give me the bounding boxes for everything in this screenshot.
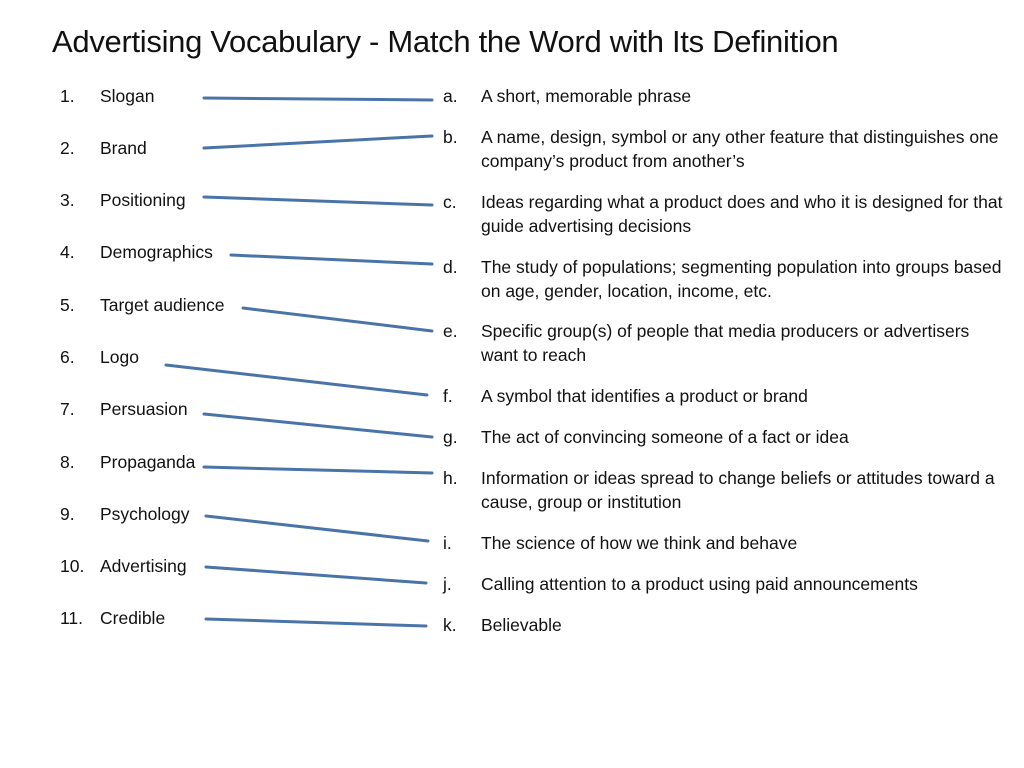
match-line-7-g (202, 412, 434, 439)
match-line-2-b (202, 134, 434, 150)
matching-lines (164, 96, 434, 628)
match-line-9-i (204, 514, 430, 543)
match-line-4-d (229, 253, 434, 266)
match-line-10-j (204, 565, 428, 585)
match-line-8-h (202, 465, 434, 475)
match-line-1-a (202, 96, 434, 102)
match-line-5-e (241, 306, 434, 333)
match-line-6-f (164, 363, 429, 397)
match-line-3-c (202, 195, 434, 207)
match-line-11-k (204, 617, 428, 628)
